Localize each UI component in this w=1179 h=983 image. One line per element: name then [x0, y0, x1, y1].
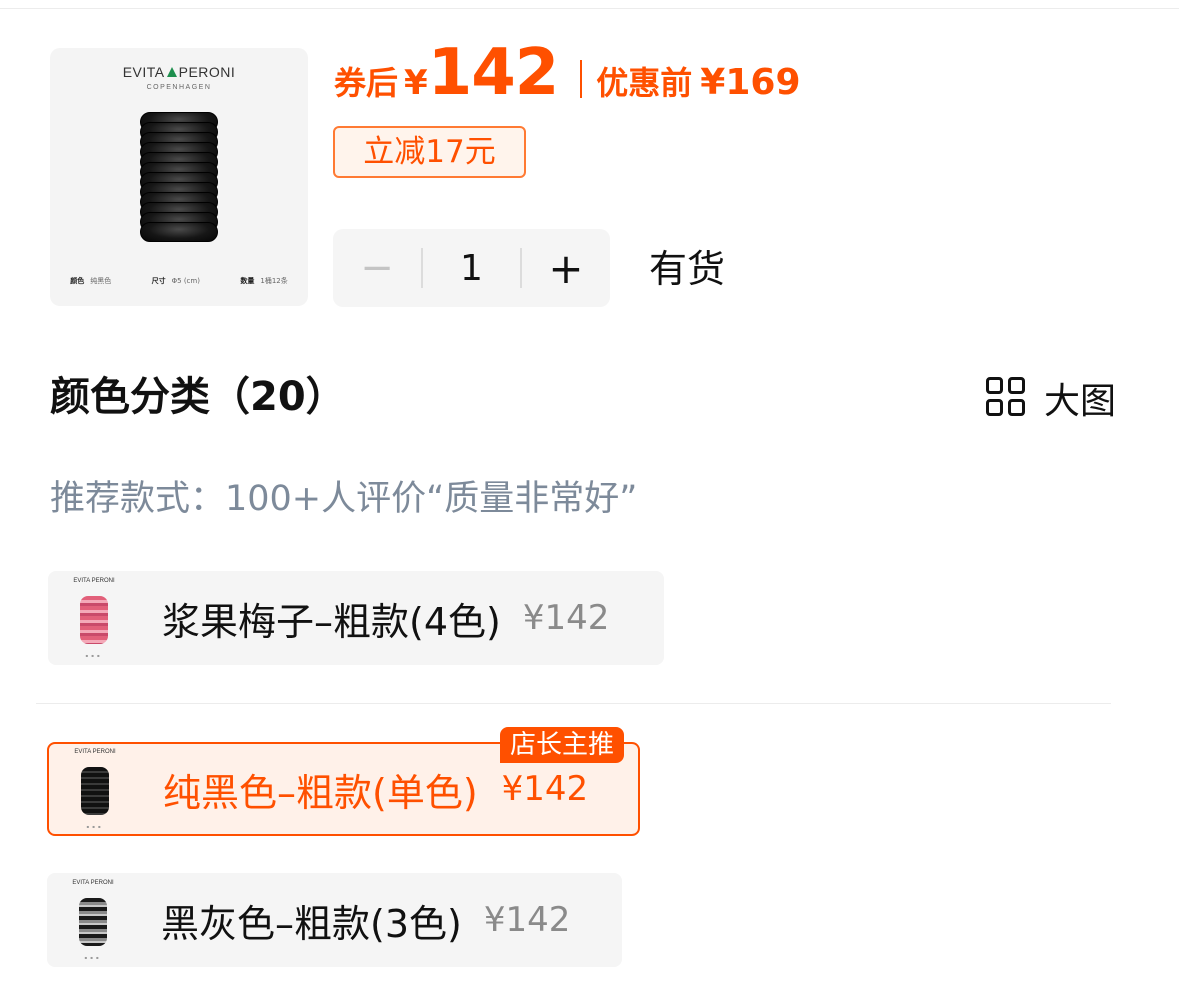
stock-status: 有货 [649, 247, 726, 291]
big-view-button[interactable]: 大图 [986, 372, 1116, 424]
sku-option-berry-plum[interactable]: EVITA PERONI ▪▪▪ 浆果梅子–粗款(4色) ¥142 [48, 571, 664, 665]
color-category-title: 颜色分类（20） [50, 374, 346, 420]
store-recommend-badge: 店长主推 [500, 727, 625, 763]
sku-option-label: 黑灰色–粗款(3色) [161, 901, 462, 946]
spec-quantity: 数量 1桶12条 [240, 277, 288, 285]
currency-symbol: ¥ [404, 63, 428, 103]
original-price: ¥169 [700, 62, 801, 103]
sku-thumbnail: EVITA PERONI ▪▪▪ [74, 749, 116, 829]
coupon-price-label: 券后 [334, 64, 399, 102]
coupon-price: 142 [427, 36, 560, 110]
spec-color: 颜色 纯黑色 [70, 277, 112, 285]
top-divider [0, 8, 1179, 9]
hair-tie-stack-image [140, 112, 218, 242]
brand-logo: EVITA PERONI [122, 64, 236, 80]
original-price-label: 优惠前 [596, 64, 693, 102]
sku-thumbnail: EVITA PERONI ▪▪▪ [72, 880, 114, 960]
option-divider [36, 703, 1111, 704]
sku-option-price: ¥142 [501, 769, 589, 809]
price-line: 券后 ¥ 142 优惠前 ¥169 [334, 36, 801, 116]
brand-subtitle: COPENHAGEN [146, 84, 212, 91]
plus-icon[interactable]: + [522, 229, 610, 307]
product-spec-row: 颜色 纯黑色 尺寸 Φ5 (cm) 数量 1桶12条 [50, 276, 308, 286]
sku-option-price: ¥142 [522, 598, 610, 638]
discount-tag: 立减17元 [333, 126, 526, 178]
spec-size: 尺寸 Φ5 (cm) [151, 277, 200, 285]
sku-option-label: 浆果梅子–粗款(4色) [162, 599, 501, 644]
sku-option-black-gray[interactable]: EVITA PERONI ▪▪▪ 黑灰色–粗款(3色) ¥142 [47, 873, 622, 967]
recommendation-text: 推荐款式：100+人评价“质量非常好” [50, 479, 638, 519]
quantity-value[interactable]: 1 [423, 248, 520, 289]
quantity-stepper: − 1 + [333, 229, 610, 307]
sku-option-price: ¥142 [483, 900, 571, 940]
sku-thumbnail: EVITA PERONI ▪▪▪ [73, 578, 115, 658]
big-view-label: 大图 [1044, 381, 1117, 422]
price-separator [580, 60, 583, 98]
sku-option-label: 纯黑色–粗款(单色) [163, 770, 478, 815]
grid-view-icon [986, 377, 1028, 419]
product-image[interactable]: EVITA PERONI COPENHAGEN 颜色 纯黑色 尺寸 Φ5 (cm) 数… [50, 48, 308, 306]
minus-icon[interactable]: − [333, 229, 421, 307]
